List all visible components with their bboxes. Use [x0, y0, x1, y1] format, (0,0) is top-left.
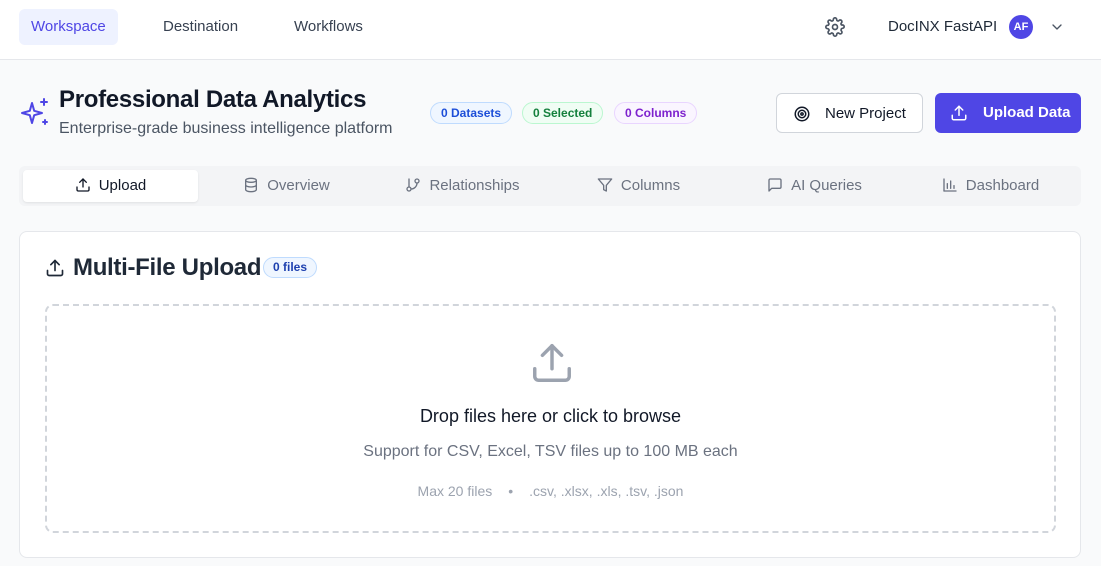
dropzone-title: Drop files here or click to browse	[419, 406, 682, 426]
upload-data-label: Upload Data	[983, 104, 1071, 121]
upload-data-button[interactable]: Upload Data	[935, 93, 1081, 133]
chevron-down-icon[interactable]	[1049, 19, 1065, 35]
tab-label: Upload	[98, 177, 147, 194]
filter-icon	[597, 178, 613, 192]
tab-relationships[interactable]: Relationships	[375, 170, 550, 202]
nav-tab-workflows[interactable]: Workflows	[282, 9, 375, 45]
tab-upload[interactable]: Upload	[23, 170, 198, 202]
page-title: Professional Data Analytics	[59, 86, 367, 113]
avatar[interactable]: AF	[1009, 15, 1033, 39]
upload-icon	[951, 105, 967, 121]
message-square-icon	[768, 178, 782, 192]
section-tabs: Upload Overview Relationships Columns AI…	[19, 166, 1081, 206]
card-title: Multi-File Upload	[73, 254, 262, 281]
new-project-label: New Project	[825, 105, 906, 122]
tab-columns[interactable]: Columns	[551, 170, 726, 202]
top-navigation: Workspace Destination Workflows DocINX F…	[0, 0, 1101, 60]
target-icon	[794, 106, 810, 122]
sparkles-icon	[21, 98, 48, 125]
tab-overview[interactable]: Overview	[199, 170, 374, 202]
tab-label: Columns	[620, 177, 681, 194]
nav-tab-workspace[interactable]: Workspace	[19, 9, 118, 45]
max-files-text: Max 20 files	[417, 483, 493, 499]
file-dropzone[interactable]: Drop files here or click to browse Suppo…	[45, 304, 1056, 533]
git-branch-icon	[406, 178, 421, 192]
bar-chart-icon	[943, 178, 957, 192]
upload-icon	[533, 344, 571, 382]
database-icon	[245, 177, 258, 193]
selected-badge: 0 Selected	[522, 102, 604, 124]
upload-card: Multi-File Upload 0 files Drop files her…	[19, 231, 1081, 558]
dropzone-meta: Max 20 files • .csv, .xlsx, .xls, .tsv, .j…	[47, 483, 1054, 499]
columns-badge: 0 Columns	[614, 102, 698, 124]
extensions-text: .csv, .xlsx, .xls, .tsv, .json	[529, 483, 684, 499]
tab-dashboard[interactable]: Dashboard	[903, 170, 1078, 202]
separator-dot: •	[508, 483, 514, 499]
tab-label: Overview	[267, 177, 330, 194]
new-project-button[interactable]: New Project	[776, 93, 923, 133]
tab-label: Relationships	[429, 177, 520, 194]
tab-label: Dashboard	[965, 177, 1040, 194]
user-name[interactable]: DocINX FastAPI	[888, 18, 997, 35]
file-count-badge: 0 files	[263, 257, 318, 278]
tab-ai-queries[interactable]: AI Queries	[727, 170, 902, 202]
page-subtitle: Enterprise-grade business intelligence p…	[59, 120, 393, 137]
upload-icon	[76, 178, 90, 192]
upload-icon	[46, 259, 64, 277]
datasets-badge: 0 Datasets	[430, 102, 513, 124]
gear-icon[interactable]	[825, 17, 845, 37]
dropzone-subtitle: Support for CSV, Excel, TSV files up to …	[363, 443, 738, 460]
tab-label: AI Queries	[791, 177, 862, 194]
nav-tab-destination[interactable]: Destination	[151, 9, 250, 45]
